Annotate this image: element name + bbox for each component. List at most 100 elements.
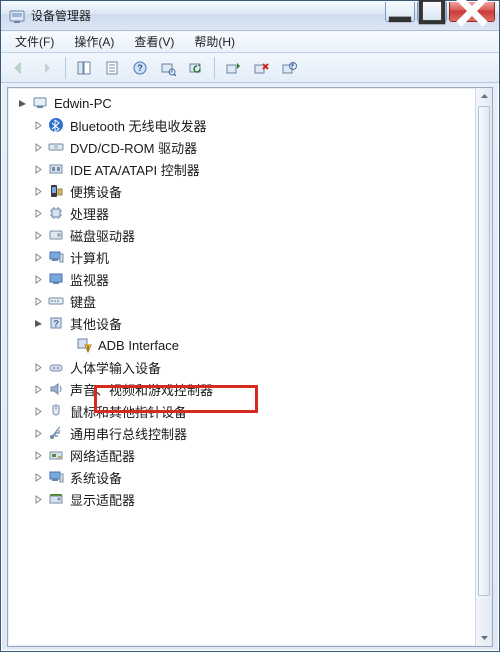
scroll-thumb[interactable] — [478, 106, 490, 596]
tree-item[interactable]: DVD/CD-ROM 驱动器 — [8, 136, 492, 158]
network-icon — [48, 447, 64, 463]
tree-item[interactable]: 磁盘驱动器 — [8, 224, 492, 246]
tree-item-label: 人体学输入设备 — [68, 357, 163, 378]
expand-icon[interactable] — [32, 449, 44, 461]
menu-help[interactable]: 帮助(H) — [186, 31, 243, 52]
tree-item-label: 声音、视频和游戏控制器 — [68, 379, 215, 400]
show-hide-tree-button[interactable] — [72, 56, 96, 80]
toolbar-separator — [214, 57, 215, 79]
expand-icon[interactable] — [32, 163, 44, 175]
tree-item-label: Bluetooth 无线电收发器 — [68, 115, 209, 136]
tree-item-label: ADB Interface — [96, 337, 181, 354]
collapse-icon[interactable] — [16, 97, 28, 109]
tree-item-label: DVD/CD-ROM 驱动器 — [68, 137, 199, 158]
disc-drive-icon — [48, 139, 64, 155]
close-button[interactable] — [449, 2, 495, 22]
expand-icon[interactable] — [32, 229, 44, 241]
tree-item-label: 网络适配器 — [68, 445, 137, 466]
tree-item-other-devices[interactable]: ? 其他设备 — [8, 312, 492, 334]
device-tree[interactable]: Edwin-PC Bluetooth 无线电收发器 DVD/CD-ROM 驱动器… — [8, 92, 492, 510]
tree-root[interactable]: Edwin-PC — [8, 92, 492, 114]
menu-view[interactable]: 查看(V) — [126, 31, 182, 52]
uninstall-button[interactable] — [249, 56, 273, 80]
tree-item[interactable]: 网络适配器 — [8, 444, 492, 466]
nav-back-button[interactable] — [7, 56, 31, 80]
hid-icon — [48, 359, 64, 375]
expand-icon[interactable] — [32, 361, 44, 373]
ide-controller-icon — [48, 161, 64, 177]
tree-item[interactable]: IDE ATA/ATAPI 控制器 — [8, 158, 492, 180]
tree-item[interactable]: 鼠标和其他指针设备 — [8, 400, 492, 422]
tree-item[interactable]: 处理器 — [8, 202, 492, 224]
refresh-button[interactable] — [184, 56, 208, 80]
expand-icon[interactable] — [32, 295, 44, 307]
menubar: 文件(F) 操作(A) 查看(V) 帮助(H) — [1, 31, 499, 53]
sound-icon — [48, 381, 64, 397]
tree-item[interactable]: 系统设备 — [8, 466, 492, 488]
keyboard-icon — [48, 293, 64, 309]
update-driver-button[interactable] — [221, 56, 245, 80]
help-button[interactable]: ? — [128, 56, 152, 80]
properties-button[interactable] — [100, 56, 124, 80]
tree-item[interactable]: 监视器 — [8, 268, 492, 290]
tree-item-label: 通用串行总线控制器 — [68, 423, 189, 444]
tree-item-label: 监视器 — [68, 269, 111, 290]
expand-icon[interactable] — [32, 273, 44, 285]
no-expand-spacer — [60, 339, 72, 351]
tree-item-label: 鼠标和其他指针设备 — [68, 401, 189, 422]
tree-item[interactable]: 便携设备 — [8, 180, 492, 202]
bluetooth-icon — [48, 117, 64, 133]
computer-icon — [32, 95, 48, 111]
expand-icon[interactable] — [32, 207, 44, 219]
disk-drive-icon — [48, 227, 64, 243]
window-buttons — [383, 2, 499, 22]
expand-icon[interactable] — [32, 493, 44, 505]
svg-text:!: ! — [87, 347, 89, 353]
minimize-button[interactable] — [385, 2, 415, 22]
tree-item-label: 键盘 — [68, 291, 98, 312]
expand-icon[interactable] — [32, 427, 44, 439]
device-warning-icon: ! — [76, 337, 92, 353]
window-title: 设备管理器 — [31, 7, 383, 24]
monitor-icon — [48, 271, 64, 287]
expand-icon[interactable] — [32, 141, 44, 153]
tree-item[interactable]: 显示适配器 — [8, 488, 492, 510]
tree-item-adb-interface[interactable]: ! ADB Interface — [8, 334, 492, 356]
expand-icon[interactable] — [32, 185, 44, 197]
usb-icon — [48, 425, 64, 441]
computer-category-icon — [48, 249, 64, 265]
tree-item[interactable]: Bluetooth 无线电收发器 — [8, 114, 492, 136]
tree-item[interactable]: 键盘 — [8, 290, 492, 312]
tree-item-label: 磁盘驱动器 — [68, 225, 137, 246]
device-manager-window: 设备管理器 文件(F) 操作(A) 查看(V) 帮助(H) ? — [0, 0, 500, 652]
vertical-scrollbar[interactable] — [475, 88, 492, 646]
expand-icon[interactable] — [32, 119, 44, 131]
tree-item-label: 其他设备 — [68, 313, 124, 334]
collapse-icon[interactable] — [32, 317, 44, 329]
tree-item-label: 计算机 — [68, 247, 111, 268]
tree-item[interactable]: 声音、视频和游戏控制器 — [8, 378, 492, 400]
menu-action[interactable]: 操作(A) — [66, 31, 122, 52]
titlebar[interactable]: 设备管理器 — [1, 1, 499, 31]
tree-item[interactable]: 通用串行总线控制器 — [8, 422, 492, 444]
expand-icon[interactable] — [32, 471, 44, 483]
tree-item-label: 便携设备 — [68, 181, 124, 202]
system-device-icon — [48, 469, 64, 485]
expand-icon[interactable] — [32, 251, 44, 263]
expand-icon[interactable] — [32, 405, 44, 417]
tree-content: Edwin-PC Bluetooth 无线电收发器 DVD/CD-ROM 驱动器… — [7, 87, 493, 647]
scroll-down-arrow[interactable] — [476, 629, 492, 646]
expand-icon[interactable] — [32, 383, 44, 395]
portable-device-icon — [48, 183, 64, 199]
svg-text:?: ? — [53, 319, 59, 330]
nav-forward-button[interactable] — [35, 56, 59, 80]
maximize-button[interactable] — [417, 2, 447, 22]
scan-hardware-button[interactable] — [156, 56, 180, 80]
scroll-up-arrow[interactable] — [476, 88, 492, 105]
menu-file[interactable]: 文件(F) — [7, 31, 62, 52]
tree-item[interactable]: 计算机 — [8, 246, 492, 268]
tree-item[interactable]: 人体学输入设备 — [8, 356, 492, 378]
disable-button[interactable] — [277, 56, 301, 80]
other-devices-icon: ? — [48, 315, 64, 331]
mouse-icon — [48, 403, 64, 419]
